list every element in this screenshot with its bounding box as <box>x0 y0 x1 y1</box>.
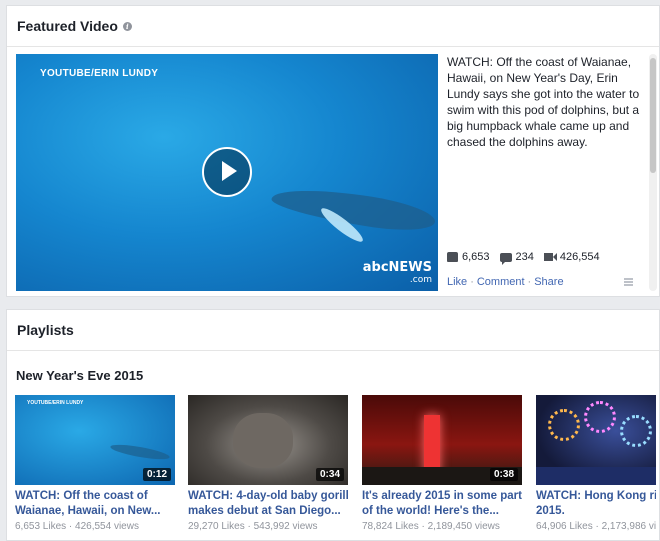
firework-image <box>584 401 616 433</box>
video-source-tag: YOUTUBE/ERIN LUNDY <box>40 68 159 79</box>
whale-image <box>109 441 171 463</box>
action-separator: · <box>527 276 532 288</box>
video-title-line1[interactable]: WATCH: Off the coast of <box>15 489 175 504</box>
playlists-title: Playlists <box>17 322 74 338</box>
menu-icon[interactable] <box>624 278 633 286</box>
video-actions: Like · Comment · Share <box>447 276 564 288</box>
video-thumbnail[interactable]: 0:38 <box>362 395 522 485</box>
network-logo: abcNEWS .com <box>362 260 432 285</box>
harbour-image <box>536 467 656 485</box>
video-stats: 6,653 234 426,554 <box>447 251 600 265</box>
video-thumbnail[interactable]: 0:34 <box>188 395 348 485</box>
action-separator: · <box>470 276 474 288</box>
likes-stat: 6,653 <box>447 251 490 263</box>
playlist-video-3[interactable]: 0:38 It's already 2015 in some parts of … <box>362 395 522 532</box>
video-title-line2[interactable]: Waianae, Hawaii, on New... <box>15 504 175 519</box>
share-link[interactable]: Share <box>534 276 563 288</box>
video-thumbnail[interactable] <box>536 395 656 485</box>
playlist-video-4[interactable]: WATCH: Hong Kong rin 2015. 64,906 Likes … <box>536 395 656 532</box>
play-icon[interactable] <box>202 147 252 197</box>
video-title-line2[interactable]: 2015. <box>536 504 656 519</box>
video-views-icon <box>543 253 557 261</box>
featured-video-card: Featured Video i YOUTUBE/ERIN LUNDY abcN… <box>6 5 660 297</box>
firework-image <box>620 415 652 447</box>
duration-badge: 0:12 <box>142 468 171 481</box>
comment-icon <box>499 252 512 265</box>
tower-image <box>424 415 440 473</box>
like-link[interactable]: Like <box>447 276 467 288</box>
playlist-video-1[interactable]: YOUTUBE/ERIN LUNDY 0:12 WATCH: Off the c… <box>15 395 175 532</box>
video-title-line2[interactable]: of the world! Here's the... <box>362 504 522 519</box>
comments-stat: 234 <box>499 251 534 265</box>
featured-video-header: Featured Video i <box>7 6 659 47</box>
video-meta: 6,653 Likes · 426,554 views <box>15 521 139 532</box>
playlists-header: Playlists <box>7 310 659 351</box>
playlist-name[interactable]: New Year's Eve 2015 <box>16 368 143 383</box>
scrollbar-thumb[interactable] <box>650 58 656 173</box>
featured-video-title: Featured Video <box>17 18 118 34</box>
video-meta: 64,906 Likes · 2,173,986 view <box>536 521 656 532</box>
duration-badge: 0:34 <box>315 468 344 481</box>
video-meta: 78,824 Likes · 2,189,450 views <box>362 521 500 532</box>
caption-scrollbar[interactable] <box>649 54 657 291</box>
video-caption: WATCH: Off the coast of Waianae, Hawaii,… <box>447 55 640 149</box>
comment-link[interactable]: Comment <box>477 276 525 288</box>
gorilla-image <box>233 413 293 468</box>
featured-video-player[interactable]: YOUTUBE/ERIN LUNDY abcNEWS .com <box>16 54 438 291</box>
playlist-video-2[interactable]: 0:34 WATCH: 4-day-old baby gorilla makes… <box>188 395 348 532</box>
video-thumbnail[interactable]: YOUTUBE/ERIN LUNDY 0:12 <box>15 395 175 485</box>
playlists-card: Playlists New Year's Eve 2015 YOUTUBE/ER… <box>6 309 660 541</box>
video-title-line1[interactable]: WATCH: 4-day-old baby gorilla <box>188 489 348 504</box>
thumbnail-source-tag: YOUTUBE/ERIN LUNDY <box>27 400 84 406</box>
firework-image <box>548 409 580 441</box>
video-meta: 29,270 Likes · 543,992 views <box>188 521 318 532</box>
like-icon <box>447 252 458 262</box>
video-title-line1[interactable]: WATCH: Hong Kong rin <box>536 489 656 504</box>
video-title-line1[interactable]: It's already 2015 in some parts <box>362 489 522 504</box>
duration-badge: 0:38 <box>489 468 518 481</box>
video-title-line2[interactable]: makes debut at San Diego... <box>188 504 348 519</box>
info-icon[interactable]: i <box>122 21 132 31</box>
views-stat: 426,554 <box>543 251 600 263</box>
